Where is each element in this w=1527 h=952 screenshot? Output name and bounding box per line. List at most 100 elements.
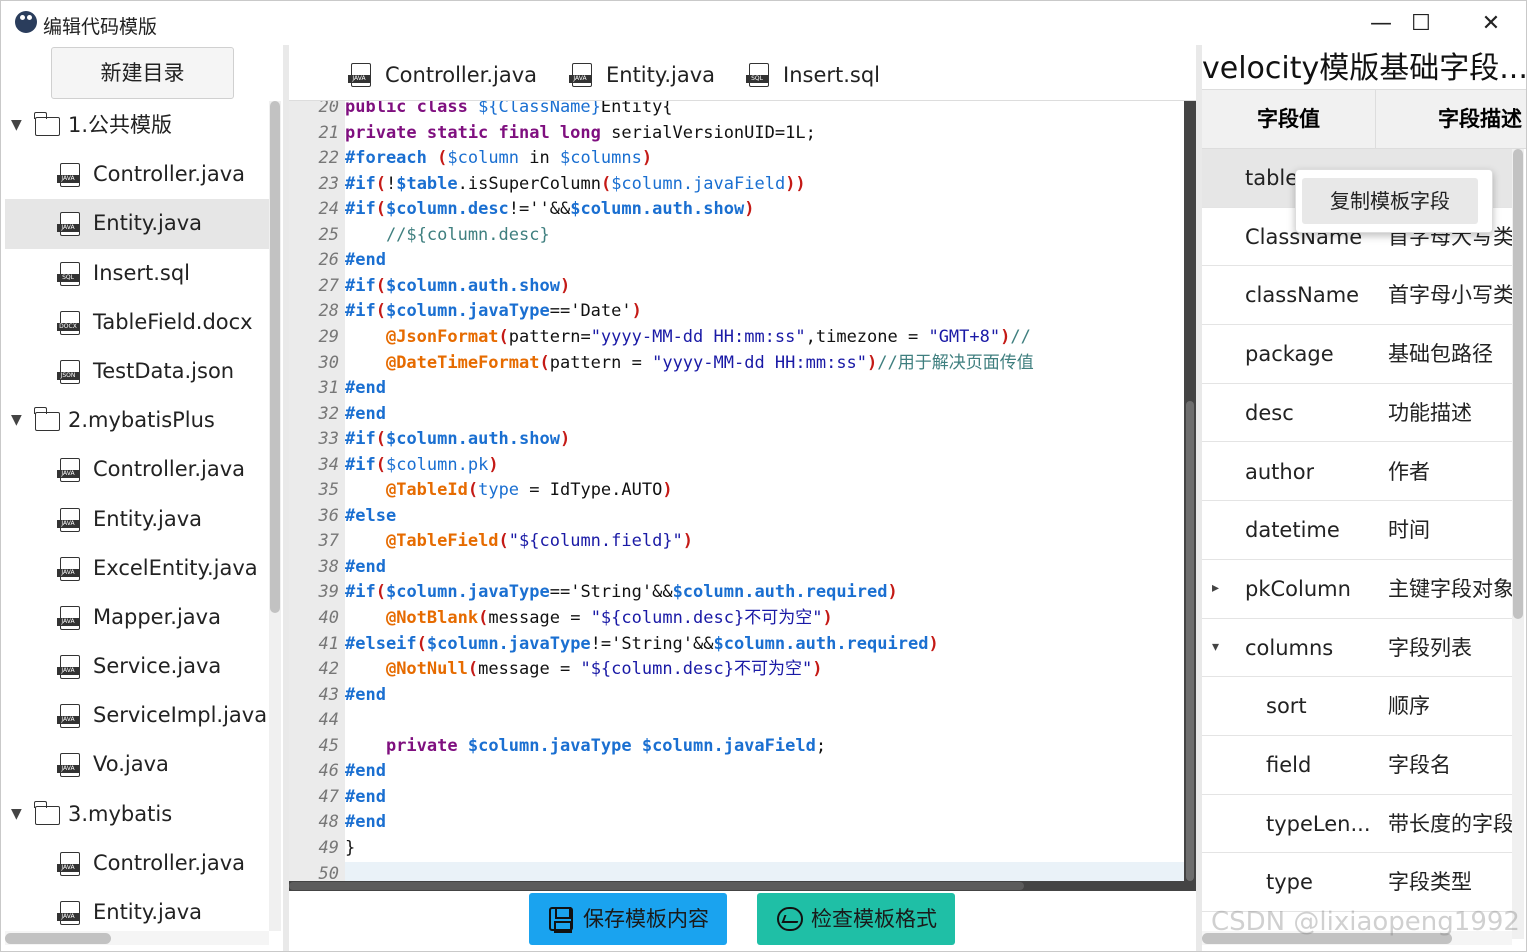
scroll-thumb[interactable]: [1186, 401, 1194, 881]
field-row[interactable]: typeLen... 带长度的字段: [1202, 795, 1512, 854]
code-token: "${column.field}": [508, 531, 683, 552]
tree-file[interactable]: JAVA Entity.java: [5, 495, 269, 544]
field-row[interactable]: type 字段类型: [1202, 853, 1512, 913]
file-icon: JAVA: [348, 63, 371, 87]
code-token: (: [416, 633, 427, 654]
file-type-tag: JAVA: [57, 568, 79, 577]
maximize-button[interactable]: ☐: [1391, 7, 1451, 41]
tree-file[interactable]: DOCX TableField.docx: [5, 298, 269, 347]
tree-vertical-scrollbar[interactable]: [269, 101, 281, 931]
code-token: message =: [488, 608, 591, 628]
app-window: 编辑代码模版 — ☐ ✕ 新建目录 ▼ 1.公共模版 JAVA Controller.…: [0, 0, 1527, 952]
scroll-thumb[interactable]: [270, 101, 280, 613]
code-token: //: [1010, 326, 1031, 347]
code-token: !: [385, 173, 397, 194]
code-token: (: [437, 148, 448, 169]
field-row[interactable]: ▾ columns 字段列表: [1202, 619, 1512, 678]
close-button[interactable]: ✕: [1461, 7, 1521, 41]
save-disk-icon: [549, 907, 573, 933]
code-token: #if: [345, 173, 376, 194]
editor-horizontal-scrollbar[interactable]: [289, 881, 1196, 891]
tree-file[interactable]: JAVA Controller.java: [5, 150, 269, 199]
code-token: ): [631, 301, 642, 322]
field-row[interactable]: datetime 时间: [1202, 501, 1512, 560]
field-row[interactable]: sort 顺序: [1202, 677, 1512, 736]
chevron-right-icon[interactable]: ▸: [1212, 560, 1219, 616]
field-row[interactable]: package 基础包路径: [1202, 325, 1512, 384]
editor-vertical-scrollbar[interactable]: [1184, 101, 1196, 881]
code-line: @NotNull(message = "${column.desc}不可为空"): [345, 657, 1184, 683]
field-desc: 字段名: [1388, 753, 1451, 777]
field-row[interactable]: desc 功能描述: [1202, 384, 1512, 443]
new-directory-button[interactable]: 新建目录: [51, 47, 234, 99]
tree-file[interactable]: JAVA ServiceImpl.java: [5, 691, 269, 740]
tree-folder[interactable]: ▼ 3.mybatis: [5, 790, 269, 839]
tree-folder[interactable]: ▼ 1.公共模版: [5, 101, 269, 150]
file-icon: DOCX: [57, 310, 80, 335]
scroll-thumb[interactable]: [5, 933, 111, 944]
code-line: @DateTimeFormat(pattern = "yyyy-MM-dd HH…: [345, 351, 1184, 377]
header-field-value[interactable]: 字段值: [1202, 90, 1376, 148]
chevron-down-icon[interactable]: ▼: [11, 101, 22, 150]
code-line: #end: [345, 683, 1184, 709]
field-row[interactable]: className 首字母小写类: [1202, 266, 1512, 326]
scroll-thumb[interactable]: [1513, 149, 1523, 619]
tree-file[interactable]: JAVA Controller.java: [5, 839, 269, 888]
file-icon: JAVA: [569, 63, 592, 87]
header-field-desc[interactable]: 字段描述: [1376, 90, 1526, 148]
field-row[interactable]: author 作者: [1202, 443, 1512, 502]
tree-file[interactable]: JSON TestData.json: [5, 347, 269, 396]
field-vertical-scrollbar[interactable]: [1512, 149, 1524, 939]
code-token: ): [488, 454, 499, 475]
code-token: ): [559, 429, 571, 450]
chevron-down-icon[interactable]: ▼: [11, 790, 22, 839]
title-bar: 编辑代码模版 — ☐ ✕: [1, 1, 1526, 45]
line-number: 34: [318, 454, 339, 475]
chevron-down-icon[interactable]: ▼: [11, 396, 22, 445]
tree-file[interactable]: SQL Insert.sql: [5, 249, 269, 298]
code-token: $column.auth.show: [385, 429, 560, 450]
tree-file[interactable]: JAVA Service.java: [5, 642, 269, 691]
code-token: (: [498, 531, 509, 552]
field-key: table: [1245, 166, 1299, 190]
tree-file[interactable]: JAVA Mapper.java: [5, 593, 269, 642]
code-token: ): [744, 199, 755, 220]
field-row[interactable]: field 字段名: [1202, 736, 1512, 795]
tree-horizontal-scrollbar[interactable]: [5, 931, 269, 945]
code-token: ${ClassName}: [478, 101, 601, 117]
check-template-button[interactable]: 检查模板格式: [757, 893, 955, 945]
code-token: private static final long: [345, 122, 612, 143]
save-template-button[interactable]: 保存模板内容: [529, 893, 727, 945]
scroll-thumb[interactable]: [289, 882, 1024, 890]
code-token: ): [887, 582, 898, 603]
tree-file[interactable]: JAVA Vo.java: [5, 740, 269, 789]
code-token: @DateTimeFormat: [385, 352, 540, 373]
chevron-down-icon[interactable]: ▾: [1212, 619, 1219, 675]
file-type-tag: JAVA: [57, 617, 79, 626]
folder-icon: [34, 800, 60, 825]
tree-file[interactable]: JAVA Controller.java: [5, 445, 269, 494]
code-token: $column.javaType: [426, 633, 591, 654]
file-icon: JAVA: [57, 851, 80, 876]
code-token: (: [375, 199, 386, 220]
tree-file[interactable]: JAVA Entity.java: [5, 888, 269, 931]
field-row[interactable]: ▸ pkColumn 主键字段对象: [1202, 560, 1512, 619]
code-token: @JsonFormat: [385, 326, 499, 347]
line-number: 22: [318, 148, 339, 169]
line-number: 38: [318, 556, 339, 577]
tree-folder[interactable]: ▼ 2.mybatisPlus: [5, 396, 269, 445]
code-token: $columns: [559, 148, 642, 169]
line-number: 28: [318, 301, 339, 322]
file-icon: JAVA: [57, 901, 80, 925]
window-title: 编辑代码模版: [43, 16, 158, 38]
copy-template-field-menu-item[interactable]: 复制模板字段: [1302, 178, 1478, 224]
code-line: #if($column.javaType=='String'&&$column.…: [345, 580, 1184, 606]
field-key: typeLen...: [1266, 811, 1371, 836]
code-line: #end: [345, 785, 1184, 811]
tree-file[interactable]: JAVA ExcelEntity.java: [5, 544, 269, 593]
tree-file[interactable]: JAVA Entity.java: [5, 199, 269, 249]
code-line: #if(!$table.isSuperColumn($column.javaFi…: [345, 172, 1184, 198]
code-editor[interactable]: 20 public class ${ClassName}Entity{21 priv…: [289, 101, 1184, 881]
